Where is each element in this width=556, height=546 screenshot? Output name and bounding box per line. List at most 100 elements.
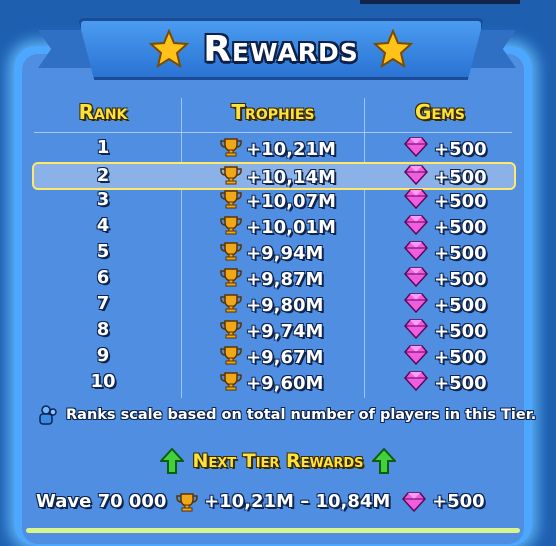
gems-cell: +500 (404, 345, 487, 370)
header-divider (34, 132, 512, 133)
gem-icon (404, 267, 428, 292)
trophy-icon (220, 267, 242, 292)
gems-value: +500 (434, 191, 487, 212)
gems-header: Gems (415, 100, 465, 124)
rank-cell: 6 (96, 267, 110, 288)
table-row: 1 +10,21M +500 (34, 136, 512, 162)
rank-cell: 4 (96, 215, 110, 236)
rank-header: Rank (78, 100, 128, 124)
trophy-icon (220, 165, 242, 190)
table-row: 8 +9,74M +500 (34, 318, 512, 344)
gems-cell: +500 (404, 215, 487, 240)
table-row: 7 +9,80M +500 (34, 292, 512, 318)
gems-value: +500 (434, 243, 487, 264)
gem-icon (404, 165, 428, 190)
gems-value: +500 (434, 321, 487, 342)
tier-note: Ranks scale based on total number of pla… (38, 404, 536, 426)
trophies-cell: +9,80M (220, 293, 323, 318)
next-tier-row: Wave 70 000 +10,21M – 10,84M +500 (36, 490, 516, 516)
gems-cell: +500 (404, 165, 487, 190)
trophies-value: +9,87M (246, 269, 324, 290)
rank-cell: 9 (96, 345, 110, 366)
trophies-cell: +9,67M (220, 345, 323, 370)
gem-icon (404, 215, 428, 240)
trophy-icon (220, 241, 242, 266)
gems-cell: +500 (404, 293, 487, 318)
trophies-value: +10,01M (246, 217, 336, 238)
gems-cell: +500 (404, 267, 487, 292)
table-row: 5 +9,94M +500 (34, 240, 512, 266)
rank-cell: 2 (96, 165, 110, 186)
gems-value: +500 (434, 295, 487, 316)
next-tier-trophies: +10,21M – 10,84M (176, 491, 390, 512)
gems-value: +500 (434, 217, 487, 238)
trophies-value: +10,07M (246, 191, 336, 212)
next-tier-gems-text: +500 (432, 491, 485, 512)
green-up-arrow-icon (160, 448, 185, 474)
trophies-cell: +10,01M (220, 215, 336, 240)
star-icon (149, 29, 190, 69)
trophy-icon (220, 345, 242, 370)
rank-cell: 10 (90, 371, 116, 392)
tier-note-text: Ranks scale based on total number of pla… (66, 407, 537, 423)
gem-icon (404, 189, 428, 214)
trophy-icon (220, 293, 242, 318)
table-row: 3 +10,07M +500 (34, 188, 512, 214)
trophies-value: +10,21M (246, 139, 336, 160)
table-row: 4 +10,01M +500 (34, 214, 512, 240)
gem-icon (404, 371, 428, 396)
gems-cell: +500 (404, 137, 487, 162)
green-up-arrow-icon (371, 448, 396, 474)
gems-value: +500 (434, 167, 487, 188)
trophies-cell: +9,74M (220, 319, 323, 344)
next-tier-gems: +500 (402, 491, 485, 512)
rank-cell: 8 (96, 319, 110, 340)
trophies-cell: +9,94M (220, 241, 323, 266)
page-title: Rewards (203, 28, 359, 70)
trophies-value: +9,60M (246, 373, 324, 394)
trophies-header: Trophies (231, 100, 315, 124)
trophies-cell: +10,21M (220, 137, 336, 162)
trophy-icon (220, 215, 242, 240)
gem-icon (404, 293, 428, 318)
title-banner: Rewards (78, 18, 484, 80)
next-tier-wave: Wave 70 000 (36, 491, 167, 512)
trophy-icon (220, 371, 242, 396)
trophies-value: +9,80M (246, 295, 324, 316)
next-tier-header: Next Tier Rewards (0, 448, 556, 474)
trophies-cell: +10,14M (220, 165, 336, 190)
table-row: 10 +9,60M +500 (34, 370, 512, 396)
table-row: 9 +9,67M +500 (34, 344, 512, 370)
gem-icon (404, 137, 428, 162)
gems-cell: +500 (404, 189, 487, 214)
gems-cell: +500 (404, 241, 487, 266)
player-icon (39, 405, 57, 425)
gems-value: +500 (434, 373, 487, 394)
trophy-icon (220, 189, 242, 214)
next-tier-label: Next Tier Rewards (192, 450, 364, 472)
trophies-value: +9,74M (246, 321, 324, 342)
gems-value: +500 (434, 269, 487, 290)
top-strip (360, 0, 520, 4)
trophy-icon (220, 137, 242, 162)
trophy-icon (220, 319, 242, 344)
gems-cell: +500 (404, 319, 487, 344)
table-row: 6 +9,87M +500 (34, 266, 512, 292)
gem-icon (402, 491, 426, 512)
trophies-value: +9,94M (246, 243, 324, 264)
trophies-cell: +9,60M (220, 371, 323, 396)
gems-cell: +500 (404, 371, 487, 396)
rank-cell: 3 (96, 189, 110, 210)
trophies-value: +9,67M (246, 347, 324, 368)
rank-cell: 1 (96, 137, 110, 158)
gems-value: +500 (434, 347, 487, 368)
gem-icon (404, 241, 428, 266)
trophies-cell: +9,87M (220, 267, 323, 292)
table-row: 2 +10,14M +500 (32, 162, 516, 190)
gem-icon (404, 345, 428, 370)
star-icon (372, 29, 413, 69)
trophy-icon (176, 492, 198, 511)
gem-icon (404, 319, 428, 344)
next-tier-trophies-text: +10,21M – 10,84M (204, 491, 391, 512)
bottom-bar (26, 528, 520, 533)
